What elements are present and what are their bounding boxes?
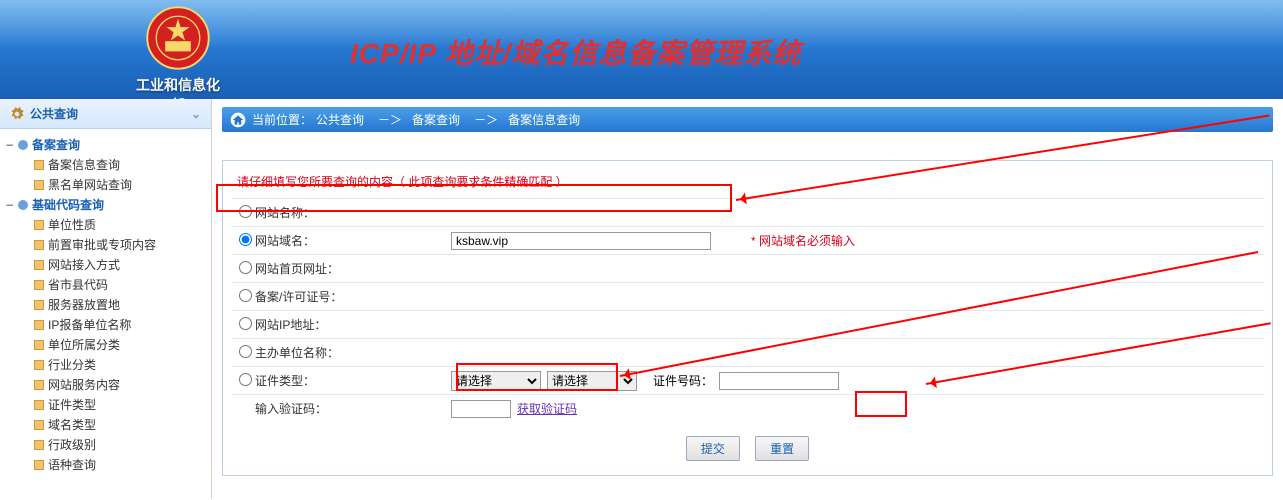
row-site-name: 网站名称： [231, 198, 1264, 226]
breadcrumb: 当前位置： 公共查询 －＞ 备案查询 －＞ 备案信息查询 [222, 107, 1273, 132]
doc-icon [34, 300, 44, 310]
label-site-name: 网站名称： [251, 204, 451, 221]
get-captcha-link[interactable]: 获取验证码 [517, 400, 577, 417]
label-license: 备案/许可证号： [251, 288, 451, 305]
doc-icon [34, 340, 44, 350]
doc-icon [34, 400, 44, 410]
chevron-down-icon: ⌄ [191, 107, 201, 121]
label-cert-type: 证件类型： [251, 372, 451, 389]
select-cert-type-1[interactable]: 请选择 [451, 371, 541, 391]
sidebar-tree: − 备案查询 备案信息查询 黑名单网站查询 − 基础代码查询 单位性质 [0, 129, 211, 481]
category-icon [18, 200, 28, 210]
tree-group-backup-query[interactable]: − 备案查询 [6, 135, 203, 155]
label-ip: 网站IP地址： [251, 316, 451, 333]
required-note: * 网站域名必须输入 [751, 232, 855, 249]
label-cert-no: 证件号码： [653, 372, 713, 389]
doc-icon [34, 280, 44, 290]
system-title: ICP/IP 地址/域名信息备案管理系统 [350, 32, 801, 72]
doc-icon [34, 320, 44, 330]
gear-icon [10, 107, 24, 121]
doc-icon [34, 420, 44, 430]
tree-item[interactable]: 服务器放置地 [22, 295, 203, 315]
tree-item[interactable]: 省市县代码 [22, 275, 203, 295]
tree-item[interactable]: 证件类型 [22, 395, 203, 415]
tree-item[interactable]: 网站服务内容 [22, 375, 203, 395]
input-domain[interactable] [451, 232, 711, 250]
query-form: 请仔细填写您所要查询的内容（ 此项查询要求条件精确匹配 ） 网站名称： 网站域名… [222, 160, 1273, 476]
label-domain: 网站域名： [251, 232, 451, 249]
select-cert-type-2[interactable]: 请选择 [547, 371, 637, 391]
input-captcha[interactable] [451, 400, 511, 418]
breadcrumb-item[interactable]: 备案信息查询 [508, 111, 580, 128]
tree-item[interactable]: 域名类型 [22, 415, 203, 435]
tree-toggle-icon: − [6, 195, 18, 215]
sidebar: 公共查询 ⌄ − 备案查询 备案信息查询 黑名单网站查询 − [0, 99, 212, 499]
doc-icon [34, 180, 44, 190]
doc-icon [34, 380, 44, 390]
label-homepage: 网站首页网址： [251, 260, 451, 277]
org-name: 工业和信息化部 [133, 75, 223, 99]
header-banner: 工业和信息化部 ICP/IP 地址/域名信息备案管理系统 [0, 0, 1283, 99]
label-sponsor: 主办单位名称： [251, 344, 451, 361]
main-content: 当前位置： 公共查询 －＞ 备案查询 －＞ 备案信息查询 请仔细填写您所要查询的… [212, 99, 1283, 499]
row-sponsor: 主办单位名称： [231, 338, 1264, 366]
button-row: 提交 重置 [231, 430, 1264, 467]
category-icon [18, 140, 28, 150]
tree-item[interactable]: IP报备单位名称 [22, 315, 203, 335]
tree-item[interactable]: 单位所属分类 [22, 335, 203, 355]
doc-icon [34, 440, 44, 450]
tree-item[interactable]: 语种查询 [22, 455, 203, 475]
row-ip: 网站IP地址： [231, 310, 1264, 338]
row-license: 备案/许可证号： [231, 282, 1264, 310]
tree-item[interactable]: 行业分类 [22, 355, 203, 375]
label-captcha: 输入验证码： [251, 400, 451, 417]
sidebar-header[interactable]: 公共查询 ⌄ [0, 99, 211, 129]
emblem-block: 工业和信息化部 [133, 6, 223, 99]
tree-item[interactable]: 单位性质 [22, 215, 203, 235]
form-hint: 请仔细填写您所要查询的内容（ 此项查询要求条件精确匹配 ） [231, 169, 1264, 198]
row-domain: 网站域名： * 网站域名必须输入 [231, 226, 1264, 254]
doc-icon [34, 240, 44, 250]
doc-icon [34, 160, 44, 170]
doc-icon [34, 220, 44, 230]
reset-button[interactable]: 重置 [755, 436, 809, 461]
doc-icon [34, 360, 44, 370]
row-homepage: 网站首页网址： [231, 254, 1264, 282]
tree-item[interactable]: 黑名单网站查询 [22, 175, 203, 195]
doc-icon [34, 460, 44, 470]
tree-group-basic-code[interactable]: − 基础代码查询 [6, 195, 203, 215]
row-cert-type: 证件类型： 请选择 请选择 证件号码： [231, 366, 1264, 394]
input-cert-no[interactable] [719, 372, 839, 390]
tree-item[interactable]: 行政级别 [22, 435, 203, 455]
sidebar-title: 公共查询 [30, 105, 78, 122]
national-emblem-icon [146, 6, 210, 70]
tree-item[interactable]: 前置审批或专项内容 [22, 235, 203, 255]
doc-icon [34, 260, 44, 270]
submit-button[interactable]: 提交 [686, 436, 740, 461]
tree-toggle-icon: − [6, 135, 18, 155]
tree-item[interactable]: 备案信息查询 [22, 155, 203, 175]
tree-item[interactable]: 网站接入方式 [22, 255, 203, 275]
home-icon [230, 112, 246, 128]
row-captcha: 输入验证码： 获取验证码 [231, 394, 1264, 422]
breadcrumb-item[interactable]: 备案查询 [412, 111, 460, 128]
breadcrumb-item[interactable]: 公共查询 [316, 111, 364, 128]
